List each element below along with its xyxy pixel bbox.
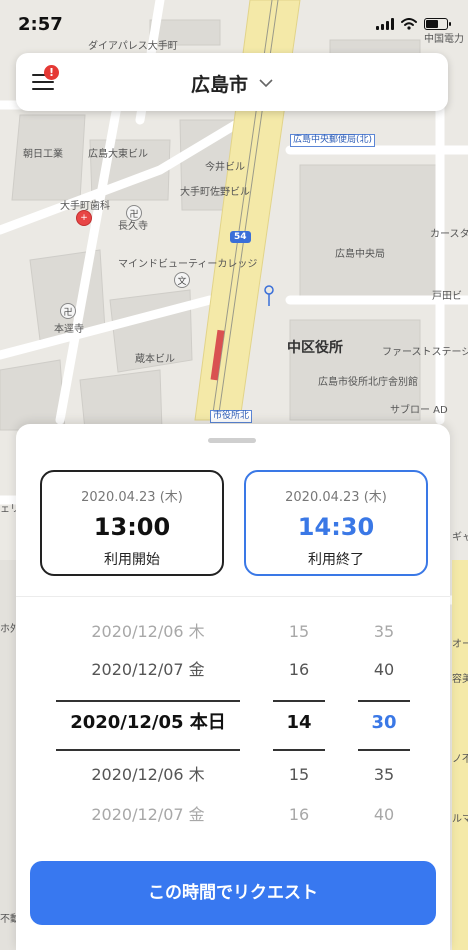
minute-option[interactable]: 40 (358, 660, 410, 680)
cellular-signal-icon (376, 18, 394, 30)
chevron-down-icon (259, 79, 273, 88)
date-option[interactable]: 2020/12/06 木 (56, 622, 240, 642)
route-number-badge: 54 (230, 231, 251, 243)
hospital-icon[interactable]: + (76, 210, 92, 226)
map-label: オー (452, 639, 468, 650)
date-option[interactable]: 2020/12/07 金 (56, 805, 240, 825)
time-picker-sheet: 2020.04.23 (木) 13:00 利用開始 2020.04.23 (木)… (16, 424, 450, 950)
map-label: 蔵本ビル (135, 354, 175, 365)
minute-option[interactable]: 35 (358, 622, 410, 642)
selection-line (358, 749, 410, 751)
map-label: 本逕寺 (54, 324, 84, 335)
hour-option[interactable]: 15 (273, 622, 325, 642)
map-label: ルマ (452, 814, 468, 825)
map-label: ギャラ (452, 532, 468, 543)
date-wheel[interactable]: 2020/12/06 木 2020/12/07 金 2020/12/05 本日 … (56, 609, 240, 849)
start-time-card[interactable]: 2020.04.23 (木) 13:00 利用開始 (40, 470, 224, 576)
datetime-picker[interactable]: 2020/12/06 木 2020/12/07 金 2020/12/05 本日 … (16, 609, 450, 849)
minute-option-selected[interactable]: 30 (358, 713, 410, 733)
map-label: 大手町佐野ビル (180, 187, 250, 198)
hour-wheel[interactable]: 15 16 14 15 16 (273, 609, 325, 849)
temple-icon[interactable]: 卍 (60, 303, 76, 319)
hour-option-selected[interactable]: 14 (273, 713, 325, 733)
selection-line (358, 700, 410, 702)
map-label: ファーストステージ国 (382, 347, 468, 358)
end-date: 2020.04.23 (木) (285, 490, 387, 505)
hour-option[interactable]: 16 (273, 805, 325, 825)
request-button[interactable]: この時間でリクエスト (30, 861, 436, 925)
start-label: 利用開始 (104, 552, 160, 568)
school-icon[interactable]: 文 (174, 272, 190, 288)
map-label: 戸田ビ (432, 291, 462, 302)
sheet-drag-handle[interactable] (208, 438, 256, 443)
map-label: サブロー AD (390, 405, 448, 416)
bus-stop-label[interactable]: 市役所北 (210, 410, 253, 423)
status-icons (376, 18, 451, 30)
temple-icon[interactable]: 卍 (126, 205, 142, 221)
map-label: 容美 (452, 674, 468, 685)
end-time-card[interactable]: 2020.04.23 (木) 14:30 利用終了 (244, 470, 428, 576)
map-label: 長久寺 (118, 221, 148, 232)
map-label: 広島大東ビル (88, 149, 148, 160)
map-label-ward-office: 中区役所 (287, 340, 343, 356)
start-time: 13:00 (93, 513, 171, 541)
minute-option[interactable]: 40 (358, 805, 410, 825)
map-label: カースタ (430, 229, 468, 240)
date-option[interactable]: 2020/12/06 木 (56, 765, 240, 785)
battery-icon (424, 18, 451, 30)
date-option-selected[interactable]: 2020/12/05 本日 (56, 713, 240, 733)
selection-line (56, 700, 240, 702)
status-time: 2:57 (18, 14, 63, 35)
map-label: 広島市役所北庁舎別館 (318, 377, 418, 388)
selection-line (273, 749, 325, 751)
bus-stop-label[interactable]: 広島中央郵便局(北) (290, 134, 376, 147)
selection-line (273, 700, 325, 702)
city-selector[interactable]: 広島市 (16, 70, 448, 97)
date-option[interactable]: 2020/12/07 金 (56, 660, 240, 680)
map-label: 広島中央局 (335, 249, 385, 260)
minute-wheel[interactable]: 35 40 30 35 40 (358, 609, 410, 849)
selection-line (56, 749, 240, 751)
hour-option[interactable]: 15 (273, 765, 325, 785)
map-label: 朝日工業 (23, 149, 63, 160)
map-label: マインドビューティーカレッジ (118, 259, 258, 270)
map-label: 今井ビル (205, 162, 245, 173)
divider (16, 596, 450, 597)
wifi-icon (401, 18, 417, 30)
city-name: 広島市 (190, 74, 248, 96)
end-label: 利用終了 (308, 552, 364, 568)
hour-option[interactable]: 16 (273, 660, 325, 680)
end-time: 14:30 (297, 513, 375, 541)
header-card: ! 広島市 (16, 53, 448, 111)
status-bar: 2:57 (0, 0, 468, 44)
minute-option[interactable]: 35 (358, 765, 410, 785)
map-label: ノ不 (452, 754, 468, 765)
start-date: 2020.04.23 (木) (81, 490, 183, 505)
